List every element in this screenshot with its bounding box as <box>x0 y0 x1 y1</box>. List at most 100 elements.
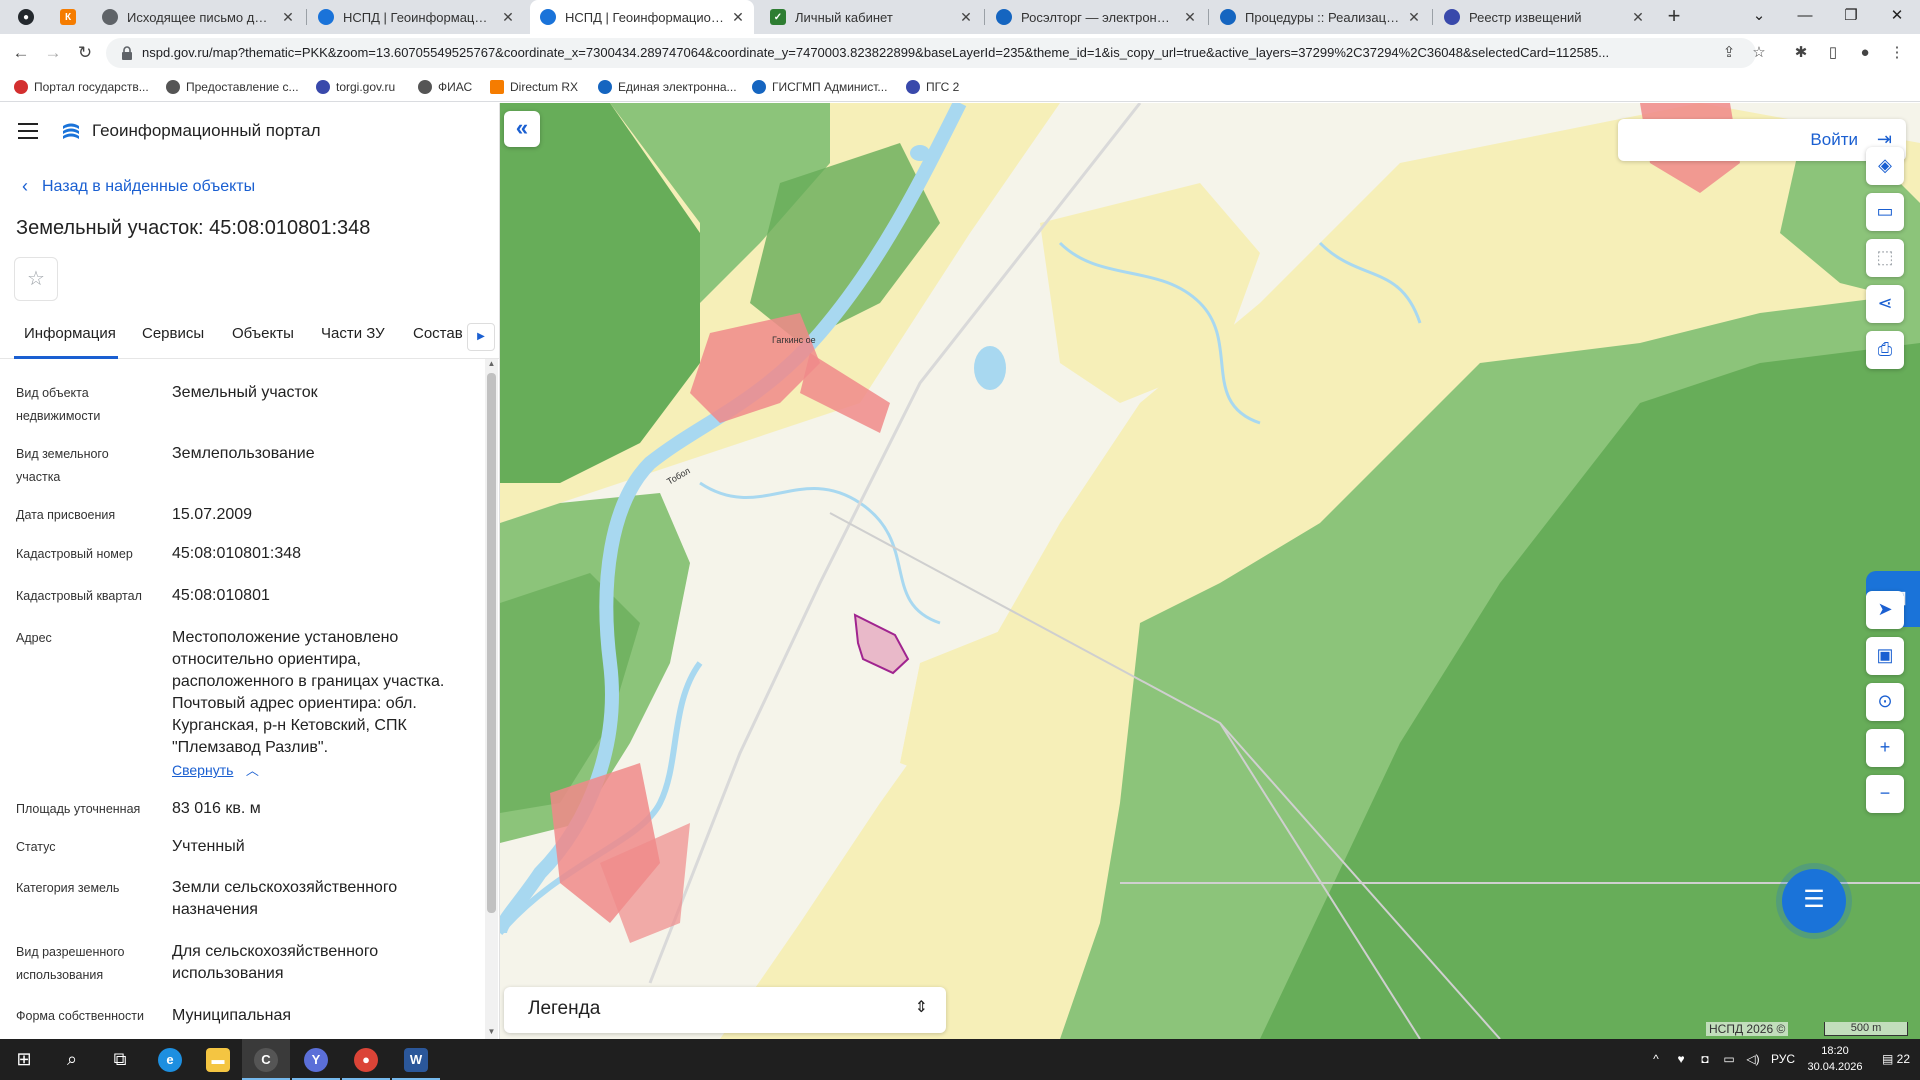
minimap-icon[interactable]: ▣ <box>1866 637 1904 675</box>
clock[interactable]: 18:20 30.04.2026 <box>1802 1043 1868 1075</box>
layers-icon[interactable]: ◈ <box>1866 147 1904 185</box>
browser-tab[interactable]: Росэлторг — электронная то ✕ <box>986 0 1206 34</box>
close-icon[interactable]: ✕ <box>500 9 516 26</box>
geolocation-icon[interactable]: ➤ <box>1866 591 1904 629</box>
yandex-browser-icon[interactable]: Y <box>292 1039 340 1080</box>
lock-icon[interactable] <box>120 45 134 61</box>
search-icon[interactable]: ⌕ <box>48 1039 96 1080</box>
chevron-left-icon: ‹ <box>22 176 28 196</box>
panel-scrollbar[interactable]: ▲ ▼ <box>485 359 498 1039</box>
reload-icon[interactable]: ↻ <box>72 40 98 66</box>
chevron-up-icon[interactable]: ︿ <box>246 763 259 778</box>
close-icon[interactable]: ✕ <box>280 9 296 26</box>
nspd-icon <box>540 9 556 25</box>
close-icon[interactable]: ✕ <box>730 9 746 26</box>
share-icon[interactable]: ⇪ <box>1718 42 1740 64</box>
bookmark-item[interactable]: ПГС 2 <box>906 78 959 96</box>
bookmarks-bar: Портал государств... Предоставление с...… <box>0 72 1920 102</box>
browser-tab[interactable]: Исходящее письмо для ФАС ✕ <box>92 0 304 34</box>
base-map[interactable] <box>500 103 1920 1039</box>
notifications-icon[interactable]: ▤ 22 <box>1878 1039 1914 1080</box>
collapse-panel-button[interactable]: « <box>504 111 540 147</box>
extensions-icon[interactable]: ✱ <box>1790 42 1812 64</box>
browser-tab-label: Личный кабинет <box>795 9 893 25</box>
back-to-results-link[interactable]: ‹ Назад в найденные объекты <box>22 176 255 197</box>
browser-tab[interactable]: Процедуры :: Реализация го ✕ <box>1210 0 1430 34</box>
side-panel-icon[interactable]: ▯ <box>1822 42 1844 64</box>
legend-panel[interactable]: Легенда ⇕ <box>504 987 946 1033</box>
tray-camera-icon[interactable]: ◘ <box>1694 1039 1716 1080</box>
restore-button[interactable]: ❐ <box>1828 0 1874 34</box>
hamburger-menu-icon[interactable] <box>18 123 38 139</box>
close-icon[interactable]: ✕ <box>958 9 974 26</box>
app-icon[interactable]: C <box>242 1039 290 1080</box>
chat-icon[interactable]: ☰ <box>1782 869 1846 933</box>
bookmark-item[interactable]: Предоставление с... <box>166 78 299 96</box>
address-bar[interactable]: nspd.gov.ru/map?thematic=PKK&zoom=13.607… <box>106 38 1756 68</box>
chrome-icon[interactable]: ● <box>342 1039 390 1080</box>
collapse-link[interactable]: Свернуть <box>172 762 233 778</box>
search-location-icon[interactable]: ⊙ <box>1866 683 1904 721</box>
favorite-star-button[interactable]: ☆ <box>14 257 58 301</box>
close-icon[interactable]: ✕ <box>1630 9 1646 26</box>
scrollbar-thumb[interactable] <box>487 373 496 913</box>
tab-information[interactable]: Информация <box>24 325 116 342</box>
tab-search-icon[interactable]: ⌄ <box>1736 0 1782 34</box>
info-tabs: Информация Сервисы Объекты Части ЗУ Сост… <box>0 313 499 359</box>
volume-icon[interactable]: ◁) <box>1742 1039 1764 1080</box>
bookmark-item[interactable]: Directum RX <box>490 78 578 96</box>
bookmark-item[interactable]: ФИАС <box>418 78 472 96</box>
windows-start-icon[interactable]: ⊞ <box>0 1039 48 1080</box>
language-indicator[interactable]: РУС <box>1768 1039 1798 1080</box>
browser-tab-label: НСПД | Геоинформационны <box>565 9 724 25</box>
bookmark-item[interactable]: torgi.gov.ru <box>316 78 395 96</box>
tab-parts[interactable]: Части ЗУ <box>321 325 385 342</box>
file-explorer-icon[interactable]: ▬ <box>194 1039 242 1080</box>
tabs-scroll-right-icon[interactable]: ▶ <box>467 323 495 351</box>
edge-icon[interactable]: e <box>146 1039 194 1080</box>
browser-tab-label: Исходящее письмо для ФАС <box>127 9 274 25</box>
tray-app-icon[interactable]: ♥ <box>1670 1039 1692 1080</box>
expand-icon[interactable]: ⇕ <box>915 997 928 1017</box>
browser-tab[interactable]: К <box>50 0 90 34</box>
zoom-out-button[interactable]: − <box>1866 775 1904 813</box>
profile-icon[interactable]: ● <box>1854 42 1876 64</box>
bookmark-star-icon[interactable]: ☆ <box>1748 42 1770 64</box>
scroll-down-icon[interactable]: ▼ <box>485 1027 498 1039</box>
task-view-icon[interactable]: ⧉ <box>96 1039 144 1080</box>
network-icon[interactable]: ▭ <box>1718 1039 1740 1080</box>
browser-tab[interactable]: Реестр извещений ✕ <box>1434 0 1654 34</box>
browser-tab[interactable]: ✓ Личный кабинет ✕ <box>760 0 982 34</box>
tray-overflow-icon[interactable]: ^ <box>1646 1039 1666 1080</box>
tab-objects[interactable]: Объекты <box>232 325 294 342</box>
close-window-button[interactable]: ✕ <box>1874 0 1920 34</box>
menu-dots-icon[interactable]: ⋮ <box>1886 42 1908 64</box>
back-arrow-icon[interactable]: ← <box>8 40 34 66</box>
close-icon[interactable]: ✕ <box>1406 9 1422 26</box>
minimize-button[interactable]: — <box>1782 0 1828 34</box>
share-icon[interactable]: ⋖ <box>1866 285 1904 323</box>
property-label: Площадь уточненная <box>16 802 141 816</box>
scroll-up-icon[interactable]: ▲ <box>485 359 498 371</box>
map-viewport[interactable]: Тобол Гагкинс ое « Войти ⇥ ◈ ▭ ⬚ ⋖ ⎙ ✉ ➤… <box>500 103 1920 1039</box>
tab-composition[interactable]: Состав <box>413 325 463 342</box>
browser-tab-active[interactable]: НСПД | Геоинформационны ✕ <box>530 0 754 34</box>
close-icon[interactable]: ✕ <box>1182 9 1198 26</box>
print-icon[interactable]: ⎙ <box>1866 331 1904 369</box>
bookmark-item[interactable]: Единая электронна... <box>598 78 737 96</box>
tab-services[interactable]: Сервисы <box>142 325 204 342</box>
zoom-in-button[interactable]: + <box>1866 729 1904 767</box>
new-tab-button[interactable]: + <box>1660 4 1688 30</box>
word-icon[interactable]: W <box>392 1039 440 1080</box>
login-button[interactable]: Войти ⇥ <box>1618 119 1906 161</box>
browser-tab[interactable]: ● <box>8 0 46 34</box>
forward-arrow-icon[interactable]: → <box>40 40 66 66</box>
browser-tab[interactable]: НСПД | Геоинформационны ✕ <box>308 0 524 34</box>
clock-date: 30.04.2026 <box>1807 1061 1863 1073</box>
bookmark-item[interactable]: ГИСГМП Админист... <box>752 78 887 96</box>
property-label: Адрес <box>16 631 52 645</box>
browser-tab-strip: ● К Исходящее письмо для ФАС ✕ НСПД | Ге… <box>0 0 1920 34</box>
bookmark-item[interactable]: Портал государств... <box>14 78 149 96</box>
area-select-icon[interactable]: ⬚ <box>1866 239 1904 277</box>
ruler-icon[interactable]: ▭ <box>1866 193 1904 231</box>
